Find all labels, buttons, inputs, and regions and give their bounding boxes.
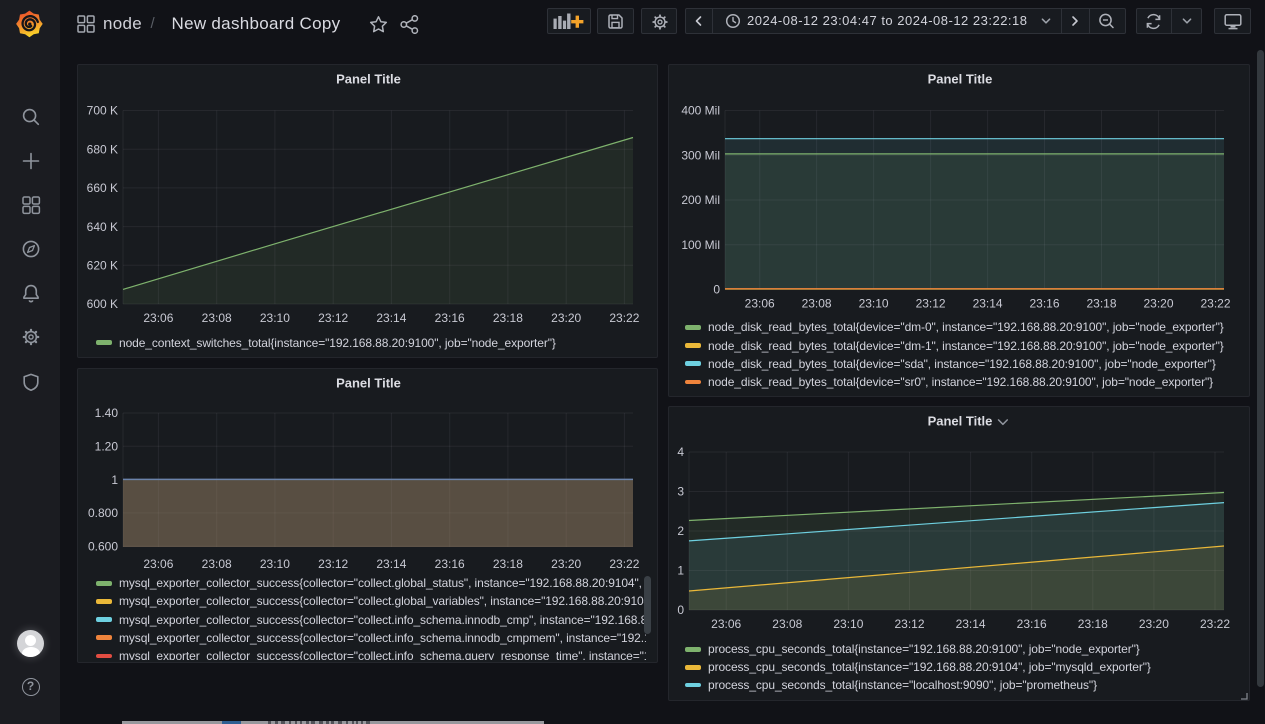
svg-text:23:06: 23:06 (143, 311, 173, 325)
svg-text:23:22: 23:22 (1200, 297, 1230, 311)
svg-text:1.40: 1.40 (95, 406, 119, 420)
svg-text:Panel Title: Panel Title (928, 414, 993, 429)
svg-text:640 K: 640 K (87, 220, 118, 234)
svg-text:23:08: 23:08 (772, 617, 802, 631)
svg-text:23:12: 23:12 (916, 297, 946, 311)
svg-text:0.800: 0.800 (88, 506, 118, 520)
svg-text:Panel Title: Panel Title (928, 72, 993, 87)
svg-text:400 Mil: 400 Mil (681, 104, 720, 118)
svg-text:23:18: 23:18 (1086, 297, 1116, 311)
svg-text:23:22: 23:22 (1200, 617, 1230, 631)
svg-text:1: 1 (111, 473, 118, 487)
svg-text:2: 2 (677, 524, 684, 538)
svg-text:23:12: 23:12 (894, 617, 924, 631)
svg-text:0: 0 (677, 603, 684, 617)
svg-text:23:08: 23:08 (202, 557, 232, 571)
svg-text:23:18: 23:18 (493, 557, 523, 571)
svg-text:1: 1 (677, 564, 684, 578)
svg-text:23:12: 23:12 (318, 557, 348, 571)
svg-text:23:10: 23:10 (260, 557, 290, 571)
svg-text:620 K: 620 K (87, 259, 118, 273)
svg-text:23:14: 23:14 (973, 297, 1003, 311)
svg-text:23:14: 23:14 (956, 617, 986, 631)
svg-text:23:22: 23:22 (609, 557, 639, 571)
svg-text:23:10: 23:10 (833, 617, 863, 631)
svg-text:23:06: 23:06 (711, 617, 741, 631)
svg-text:23:22: 23:22 (609, 311, 639, 325)
svg-text:23:20: 23:20 (551, 311, 581, 325)
svg-text:23:10: 23:10 (859, 297, 889, 311)
svg-text:300 Mil: 300 Mil (681, 148, 720, 162)
svg-text:23:14: 23:14 (376, 311, 406, 325)
svg-text:23:20: 23:20 (551, 557, 581, 571)
svg-text:3: 3 (677, 485, 684, 499)
svg-text:100 Mil: 100 Mil (681, 238, 720, 252)
svg-text:Panel Title: Panel Title (336, 72, 401, 87)
svg-text:0: 0 (713, 283, 720, 297)
svg-text:23:12: 23:12 (318, 311, 348, 325)
svg-text:680 K: 680 K (87, 142, 118, 156)
svg-text:23:18: 23:18 (493, 311, 523, 325)
svg-text:1.20: 1.20 (95, 440, 119, 454)
svg-text:4: 4 (677, 445, 684, 459)
svg-text:700 K: 700 K (87, 104, 118, 118)
svg-text:23:14: 23:14 (376, 557, 406, 571)
svg-text:23:16: 23:16 (1029, 297, 1059, 311)
svg-text:23:20: 23:20 (1143, 297, 1173, 311)
svg-text:23:20: 23:20 (1139, 617, 1169, 631)
svg-text:23:16: 23:16 (435, 311, 465, 325)
svg-text:23:10: 23:10 (260, 311, 290, 325)
svg-text:200 Mil: 200 Mil (681, 193, 720, 207)
svg-text:23:16: 23:16 (1017, 617, 1047, 631)
svg-text:23:06: 23:06 (143, 557, 173, 571)
svg-text:23:08: 23:08 (802, 297, 832, 311)
svg-text:23:08: 23:08 (202, 311, 232, 325)
svg-text:23:06: 23:06 (745, 297, 775, 311)
svg-text:Panel Title: Panel Title (336, 376, 401, 391)
svg-text:23:18: 23:18 (1078, 617, 1108, 631)
svg-text:660 K: 660 K (87, 181, 118, 195)
svg-text:600 K: 600 K (87, 297, 118, 311)
svg-text:0.600: 0.600 (88, 539, 118, 553)
svg-text:23:16: 23:16 (435, 557, 465, 571)
